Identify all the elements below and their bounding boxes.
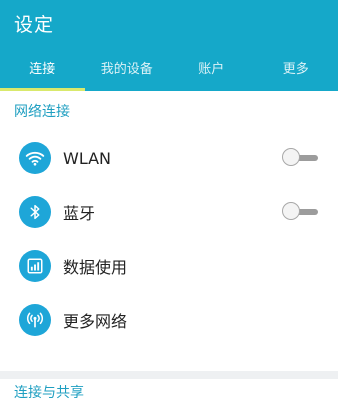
settings-item-more-networks[interactable]: 更多网络 <box>0 293 338 347</box>
section-divider <box>0 371 338 379</box>
tab-connections[interactable]: 连接 <box>0 44 85 91</box>
tab-my-device[interactable]: 我的设备 <box>85 44 170 91</box>
bluetooth-label: 蓝牙 <box>63 204 96 223</box>
wifi-icon <box>19 142 51 174</box>
app-header: 设定 连接 我的设备 账户 更多 <box>0 0 338 91</box>
more-networks-label: 更多网络 <box>63 312 128 331</box>
section-header-connect-share: 连接与共享 <box>14 385 84 399</box>
tab-more[interactable]: 更多 <box>254 44 338 91</box>
settings-item-wlan[interactable]: WLAN <box>0 131 338 185</box>
tab-bar: 连接 我的设备 账户 更多 <box>0 44 338 91</box>
wlan-label: WLAN <box>63 148 112 168</box>
data-usage-icon <box>19 250 51 282</box>
tab-accounts[interactable]: 账户 <box>169 44 254 91</box>
settings-screen: 设定 连接 我的设备 账户 更多 网络连接 WLAN 蓝牙 数据使用 更多网络 … <box>0 0 338 399</box>
settings-item-bluetooth[interactable]: 蓝牙 <box>0 185 338 239</box>
toggle-knob <box>282 202 300 220</box>
section-header-network: 网络连接 <box>14 104 70 120</box>
wlan-toggle[interactable] <box>282 148 318 168</box>
settings-item-data-usage[interactable]: 数据使用 <box>0 239 338 293</box>
data-usage-label: 数据使用 <box>63 258 128 277</box>
toggle-knob <box>282 148 300 166</box>
settings-content: 网络连接 WLAN 蓝牙 数据使用 更多网络 <box>0 91 338 399</box>
more-networks-icon <box>19 304 51 336</box>
bluetooth-icon <box>19 196 51 228</box>
bluetooth-toggle[interactable] <box>282 202 318 222</box>
page-title: 设定 <box>14 14 55 36</box>
